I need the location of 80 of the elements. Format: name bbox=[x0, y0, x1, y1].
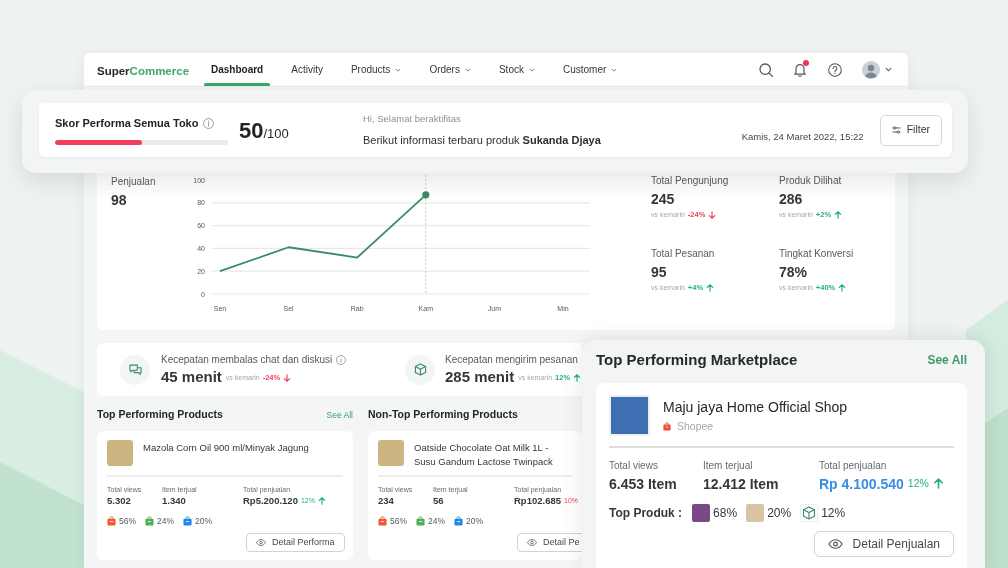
nav-item[interactable]: Orders bbox=[422, 53, 478, 86]
stat-value: 286 bbox=[779, 190, 804, 208]
photo-placeholder bbox=[107, 440, 133, 466]
stat-label: Total Pengunjung bbox=[651, 174, 730, 188]
avatar-icon[interactable] bbox=[862, 60, 880, 79]
stat-value: 6.453 Item bbox=[609, 474, 677, 493]
share-value: 24% bbox=[428, 514, 446, 528]
search-icon[interactable] bbox=[759, 62, 773, 77]
stat-label: Total views bbox=[609, 459, 659, 472]
nav-item[interactable]: Stock bbox=[491, 53, 542, 86]
stat-value: 56 bbox=[433, 495, 444, 507]
score-title: Skor Performa Semua Toko bbox=[55, 115, 199, 131]
bell-icon[interactable] bbox=[793, 62, 807, 77]
stat-label: Tingkat Konversi bbox=[779, 247, 855, 261]
shop-name: Maju jaya Home Official Shop bbox=[663, 398, 848, 416]
stat-value: 95 bbox=[651, 263, 668, 281]
nav-item[interactable]: Customer bbox=[555, 53, 625, 86]
help-icon[interactable] bbox=[828, 62, 842, 77]
chat-icon bbox=[120, 354, 150, 385]
photo-placeholder bbox=[609, 395, 650, 436]
share-value: 24% bbox=[157, 514, 175, 528]
sliders-icon bbox=[891, 126, 901, 134]
stat-label: Item terjual bbox=[703, 459, 754, 472]
score-value: 50 bbox=[239, 116, 264, 145]
logo[interactable]: SuperCommerce bbox=[97, 64, 190, 77]
platform-label: Shopee bbox=[677, 420, 714, 433]
eye-icon bbox=[527, 539, 537, 546]
score-max: /100 bbox=[263, 125, 289, 143]
metric-value: 285 menit bbox=[445, 368, 515, 386]
share-value: 20% bbox=[466, 514, 484, 528]
detail-button[interactable]: Detail Performa bbox=[246, 533, 345, 552]
stat-value: 234 bbox=[378, 495, 394, 507]
share-value: 68% bbox=[713, 504, 738, 522]
box-icon bbox=[405, 354, 435, 385]
photo-placeholder bbox=[746, 503, 765, 522]
shopping-bag-icon bbox=[663, 422, 671, 431]
stat-value: 78% bbox=[779, 263, 809, 281]
metric-label: Kecepatan membalas chat dan diskusi bbox=[161, 353, 333, 366]
eye-icon bbox=[827, 538, 843, 549]
box-icon bbox=[800, 503, 819, 522]
data-point bbox=[422, 191, 430, 199]
share-value: 20% bbox=[195, 514, 213, 528]
nav-item[interactable]: Activity bbox=[284, 53, 330, 86]
stat-value: Rp102.685 bbox=[514, 495, 561, 507]
stat-value: 1.340 bbox=[162, 495, 186, 507]
sales-label: Penjualan bbox=[111, 175, 157, 189]
change-value: 12% bbox=[907, 475, 929, 491]
stat-value: Rp 4.100.540 bbox=[819, 474, 904, 493]
top-product-label: Top Produk : bbox=[609, 504, 683, 522]
metric-label: Kecepatan mengirim pesanan bbox=[445, 353, 578, 366]
share-value: 56% bbox=[390, 514, 407, 528]
section-title: Top Performing Marketplace bbox=[596, 349, 798, 370]
stat-value: 245 bbox=[651, 190, 676, 208]
date-text: Kamis, 24 Maret 2022, 15:22 bbox=[741, 129, 864, 144]
detail-button[interactable]: Detail Penjualan bbox=[813, 530, 954, 557]
nav-item[interactable]: Products bbox=[343, 53, 409, 86]
stat-label: Total penjualan bbox=[819, 459, 888, 472]
share-value: 12% bbox=[821, 504, 846, 522]
product-name: Oatside Chocolate Oat Milk 1L - Susu Gandum Lactose Twinpack bbox=[414, 441, 554, 469]
filter-button[interactable]: Filter bbox=[879, 114, 942, 146]
sales-value: 98 bbox=[111, 191, 128, 209]
share-value: 56% bbox=[119, 514, 136, 528]
stat-label: Produk Dilihat bbox=[779, 174, 843, 188]
metric-value: 45 menit bbox=[161, 368, 222, 386]
share-value: 20% bbox=[767, 504, 792, 522]
stat-value: Rp5.200.120 bbox=[243, 495, 298, 507]
stat-label: Total Pesanan bbox=[651, 247, 716, 261]
section-title: Top Performing Products bbox=[97, 407, 223, 423]
photo-placeholder bbox=[692, 503, 711, 522]
photo-placeholder bbox=[378, 440, 404, 466]
eye-icon bbox=[256, 539, 266, 546]
info-message: Berikut informasi terbaru produk Sukanda Djaya bbox=[363, 132, 602, 148]
product-name: Mazola Corn Oil 900 ml/Minyak Jagung bbox=[143, 441, 309, 455]
stat-value: 12.412 Item bbox=[703, 474, 779, 493]
stat-value: 5.302 bbox=[107, 495, 131, 507]
section-title: Non-Top Performing Products bbox=[368, 408, 518, 423]
caret-icon[interactable] bbox=[885, 67, 892, 72]
nav-item[interactable]: Dashboard bbox=[204, 53, 271, 86]
greeting-text: Hi, Selamat beraktifitas bbox=[363, 111, 462, 126]
info-icon bbox=[203, 117, 215, 129]
